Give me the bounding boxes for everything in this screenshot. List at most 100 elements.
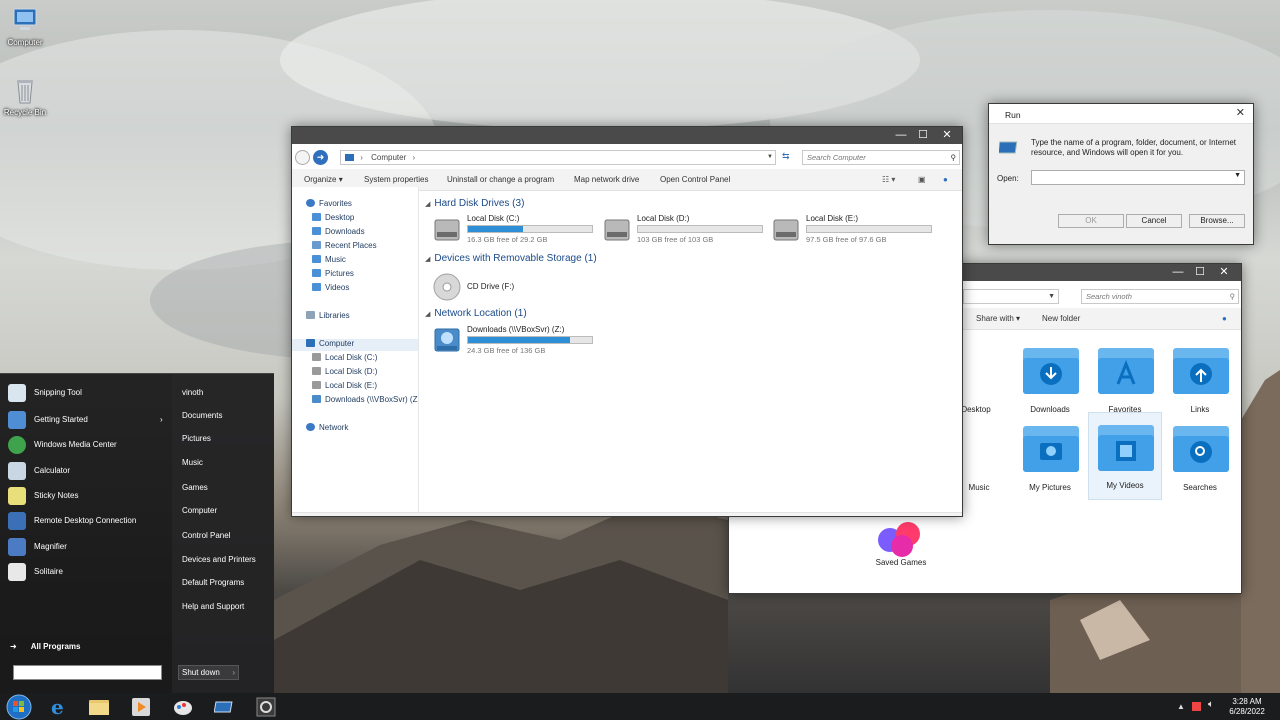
program-magnifier[interactable]: Magnifier: [8, 538, 67, 556]
ok-button[interactable]: OK: [1058, 214, 1124, 228]
folder-saved-games[interactable]: Saved Games: [864, 514, 938, 592]
desktop-icon-recycle-bin[interactable]: Recycle Bin: [0, 76, 50, 117]
refresh-icon[interactable]: ⇆: [782, 151, 790, 162]
place-default-programs[interactable]: Default Programs: [182, 578, 244, 587]
place-control-panel[interactable]: Control Panel: [182, 531, 230, 540]
nav-recent-places[interactable]: Recent Places: [312, 241, 377, 250]
run-taskbar-icon[interactable]: [213, 696, 236, 718]
program-calculator[interactable]: Calculator: [8, 462, 70, 480]
maximize-button[interactable]: ☐: [912, 127, 934, 144]
section-hard-disk-drives[interactable]: ◢ Hard Disk Drives (3): [425, 198, 524, 209]
section-network-location[interactable]: ◢ Network Location (1): [425, 308, 527, 319]
breadcrumb[interactable]: Computer: [371, 153, 406, 162]
place-pictures[interactable]: Pictures: [182, 434, 211, 443]
preview-pane-icon[interactable]: ▣: [918, 175, 926, 184]
show-hidden-icons[interactable]: ▲: [1177, 702, 1185, 711]
title-bar[interactable]: — ☐ ✕: [292, 127, 962, 144]
folder-downloads[interactable]: Downloads: [1013, 342, 1087, 420]
folder-music[interactable]: Music: [961, 420, 1001, 498]
nav-local-disk-d[interactable]: Local Disk (D:): [312, 367, 377, 376]
place-devices-printers[interactable]: Devices and Printers: [182, 555, 256, 564]
nav-local-disk-e[interactable]: Local Disk (E:): [312, 381, 377, 390]
open-control-panel-button[interactable]: Open Control Panel: [660, 175, 730, 184]
drive-network-z[interactable]: Downloads (\\VBoxSvr) (Z:) 24.3 GB free …: [433, 325, 598, 355]
back-button[interactable]: [295, 150, 310, 165]
program-solitaire[interactable]: Solitaire: [8, 563, 63, 581]
drive-d[interactable]: Local Disk (D:) 103 GB free of 103 GB: [603, 214, 768, 244]
chevron-down-icon[interactable]: ▼: [767, 151, 773, 164]
program-snipping-tool[interactable]: Snipping Tool: [8, 384, 82, 402]
start-search-input[interactable]: [13, 665, 162, 680]
chevron-down-icon[interactable]: ▼: [1234, 172, 1241, 179]
nav-network[interactable]: Network: [306, 423, 348, 432]
place-help-support[interactable]: Help and Support: [182, 602, 244, 611]
nav-favorites[interactable]: Favorites: [306, 199, 352, 208]
nav-videos[interactable]: Videos: [312, 283, 349, 292]
close-button[interactable]: ✕: [936, 127, 958, 144]
place-user[interactable]: vinoth: [182, 388, 203, 397]
volume-icon[interactable]: 🔈︎: [1208, 699, 1214, 710]
place-documents[interactable]: Documents: [182, 411, 222, 420]
place-games[interactable]: Games: [182, 483, 208, 492]
section-removable-storage[interactable]: ◢ Devices with Removable Storage (1): [425, 253, 597, 264]
nav-libraries[interactable]: Libraries: [306, 311, 350, 320]
view-options-icon[interactable]: ☷ ▾: [882, 175, 895, 184]
program-getting-started[interactable]: Getting Started ›: [8, 411, 163, 429]
drive-cd-f[interactable]: CD Drive (F:): [433, 271, 598, 301]
map-network-drive-button[interactable]: Map network drive: [574, 175, 639, 184]
close-icon[interactable]: ✕: [1236, 106, 1245, 119]
flag-icon[interactable]: [1192, 702, 1201, 711]
search-input[interactable]: Search Computer ⚲: [802, 150, 960, 165]
folder-my-videos[interactable]: My Videos: [1088, 412, 1162, 500]
place-computer[interactable]: Computer: [182, 506, 217, 515]
nav-music[interactable]: Music: [312, 255, 346, 264]
open-input[interactable]: ▼: [1031, 170, 1245, 185]
close-button[interactable]: ✕: [1213, 264, 1235, 281]
nav-local-disk-c[interactable]: Local Disk (C:): [312, 353, 377, 362]
help-icon[interactable]: ●: [943, 175, 948, 184]
title-bar[interactable]: Run ✕: [989, 104, 1253, 124]
nav-desktop[interactable]: Desktop: [312, 213, 354, 222]
program-sticky-notes[interactable]: Sticky Notes: [8, 487, 78, 505]
shutdown-button[interactable]: Shut down ›: [178, 665, 239, 680]
nav-computer[interactable]: Computer: [292, 339, 418, 351]
file-explorer-icon[interactable]: [88, 696, 110, 718]
folder-desktop[interactable]: Desktop: [961, 342, 1001, 420]
chevron-right-icon[interactable]: ›: [232, 666, 235, 679]
start-button[interactable]: [6, 694, 32, 720]
uninstall-program-button[interactable]: Uninstall or change a program: [447, 175, 554, 184]
system-properties-button[interactable]: System properties: [364, 175, 428, 184]
new-folder-button[interactable]: New folder: [1042, 314, 1080, 323]
search-input[interactable]: Search vinoth ⚲: [1081, 289, 1239, 304]
folder-my-pictures[interactable]: My Pictures: [1013, 420, 1087, 498]
maximize-button[interactable]: ☐: [1189, 264, 1211, 281]
nav-network-drive-z[interactable]: Downloads (\\VBoxSvr) (Z:): [312, 395, 418, 404]
program-remote-desktop[interactable]: Remote Desktop Connection: [8, 512, 136, 530]
place-music[interactable]: Music: [182, 458, 203, 467]
browse-button[interactable]: Browse...: [1189, 214, 1245, 228]
cancel-button[interactable]: Cancel: [1126, 214, 1182, 228]
folder-searches[interactable]: Searches: [1163, 420, 1237, 498]
media-player-icon[interactable]: [130, 696, 152, 718]
help-icon[interactable]: ●: [1222, 314, 1227, 323]
address-bar[interactable]: › Computer › ▼: [340, 150, 776, 165]
forward-button[interactable]: ➜: [313, 150, 328, 165]
settings-icon[interactable]: [255, 696, 277, 718]
minimize-button[interactable]: —: [890, 127, 912, 144]
all-programs-button[interactable]: ➜ All Programs: [10, 642, 81, 651]
minimize-button[interactable]: —: [1167, 264, 1189, 281]
nav-pictures[interactable]: Pictures: [312, 269, 354, 278]
folder-favorites[interactable]: Favorites: [1088, 342, 1162, 420]
drive-c[interactable]: Local Disk (C:) 16.3 GB free of 29.2 GB: [433, 214, 598, 244]
clock[interactable]: 3:28 AM 6/28/2022: [1224, 697, 1270, 717]
nav-downloads[interactable]: Downloads: [312, 227, 365, 236]
organize-button[interactable]: Organize ▾: [304, 175, 343, 184]
paint-icon[interactable]: [172, 696, 194, 718]
drive-e[interactable]: Local Disk (E:) 97.5 GB free of 97.6 GB: [772, 214, 937, 244]
folder-links[interactable]: Links: [1163, 342, 1237, 420]
internet-explorer-icon[interactable]: e: [49, 695, 71, 719]
desktop-icon-computer[interactable]: Computer: [0, 6, 50, 47]
share-with-button[interactable]: Share with ▾: [976, 314, 1020, 323]
program-windows-media-center[interactable]: Windows Media Center: [8, 436, 117, 454]
address-bar[interactable]: ▼: [963, 289, 1059, 304]
